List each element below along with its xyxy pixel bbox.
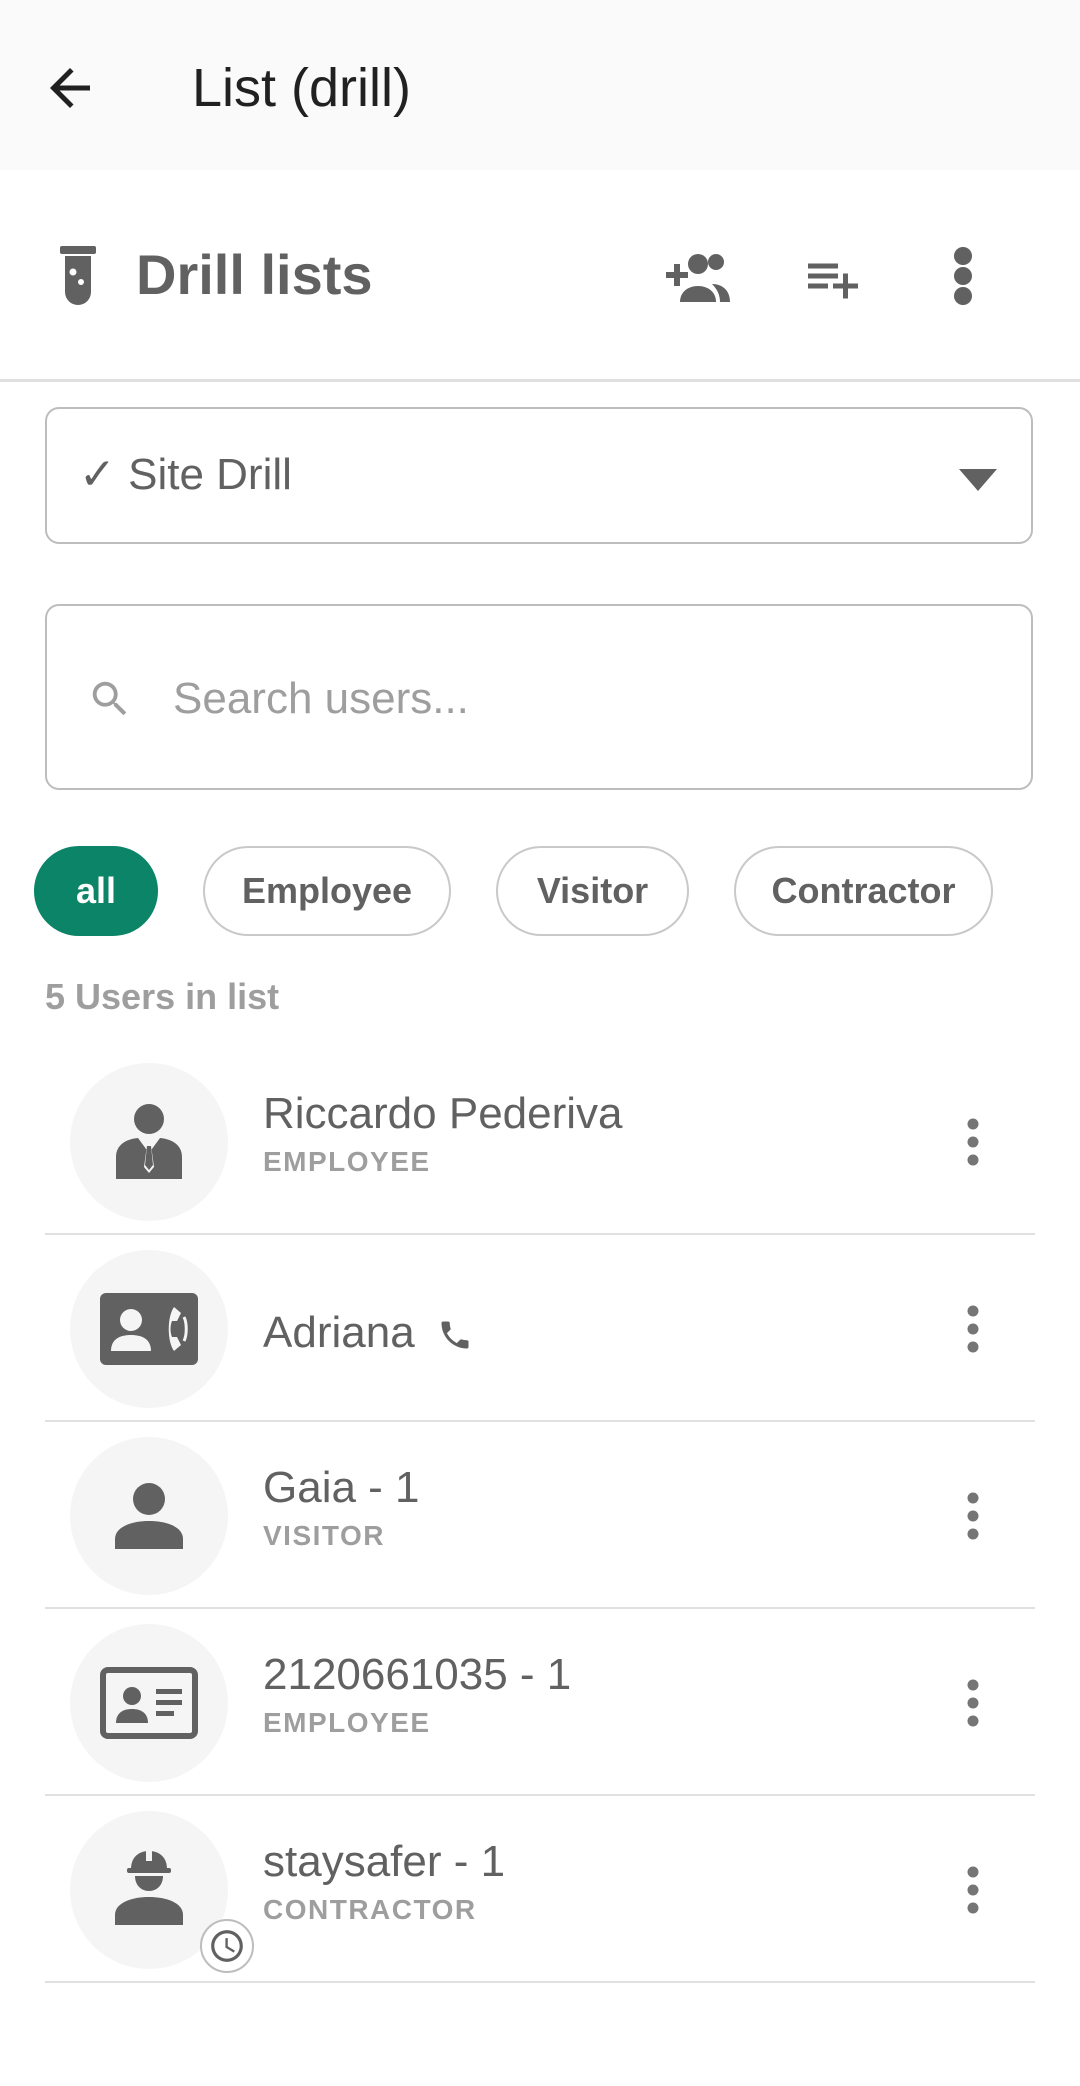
playlist-add-icon[interactable]	[802, 246, 864, 306]
user-name: Riccardo Pederiva	[263, 1089, 623, 1138]
more-vert-icon[interactable]	[948, 246, 978, 306]
user-type: EMPLOYEE	[263, 1707, 431, 1738]
test-tube-icon	[60, 246, 96, 308]
app-bar: List (drill)	[0, 0, 1080, 170]
chip-all[interactable]: all	[34, 846, 158, 936]
caret-down-icon	[959, 469, 997, 491]
hard-hat-worker-icon	[70, 1811, 254, 1973]
user-count: 5 Users in list	[45, 976, 280, 1017]
more-vert-icon[interactable]	[965, 1866, 981, 1914]
id-card-icon	[70, 1624, 228, 1782]
filter-chips: all Employee Visitor Contractor	[0, 846, 1080, 938]
search-input[interactable]	[171, 666, 995, 732]
chip-employee[interactable]: Employee	[203, 846, 451, 936]
more-vert-icon[interactable]	[965, 1492, 981, 1540]
chip-contractor[interactable]: Contractor	[734, 846, 993, 936]
more-vert-icon[interactable]	[965, 1118, 981, 1166]
selected-list: ✓ Site Drill	[79, 450, 292, 499]
contact-phone-icon	[70, 1250, 228, 1408]
search-field[interactable]	[45, 604, 1033, 790]
user-name: staysafer - 1	[263, 1837, 506, 1886]
more-vert-icon[interactable]	[965, 1679, 981, 1727]
back-arrow-icon[interactable]	[40, 58, 100, 118]
user-type: CONTRACTOR	[263, 1894, 477, 1925]
user-type: VISITOR	[263, 1520, 386, 1551]
clock-icon	[200, 1919, 254, 1973]
list-item[interactable]: Riccardo Pederiva EMPLOYEE	[45, 1048, 1035, 1235]
user-name: 2120661035 - 1	[263, 1650, 572, 1699]
phone-icon	[441, 1321, 469, 1349]
list-item[interactable]: Gaia - 1 VISITOR	[45, 1422, 1035, 1609]
list-item[interactable]: staysafer - 1 CONTRACTOR	[45, 1796, 1035, 1983]
drill-lists-header: Drill lists	[0, 170, 1080, 382]
employee-tie-icon	[70, 1063, 228, 1221]
user-type: EMPLOYEE	[263, 1146, 431, 1177]
section-title: Drill lists	[136, 243, 373, 306]
more-vert-icon[interactable]	[965, 1305, 981, 1353]
user-name-row: Adriana	[263, 1307, 473, 1359]
user-name: Gaia - 1	[263, 1463, 420, 1512]
add-group-icon[interactable]	[662, 246, 734, 306]
list-item[interactable]: Adriana	[45, 1235, 1035, 1422]
list-item[interactable]: 2120661035 - 1 EMPLOYEE	[45, 1609, 1035, 1796]
user-name: Adriana	[263, 1308, 415, 1357]
drill-list-select[interactable]: ✓ Site Drill	[45, 407, 1033, 544]
person-icon	[70, 1437, 228, 1595]
chip-visitor[interactable]: Visitor	[496, 846, 689, 936]
page-title: List (drill)	[192, 58, 412, 118]
search-icon	[87, 676, 133, 722]
